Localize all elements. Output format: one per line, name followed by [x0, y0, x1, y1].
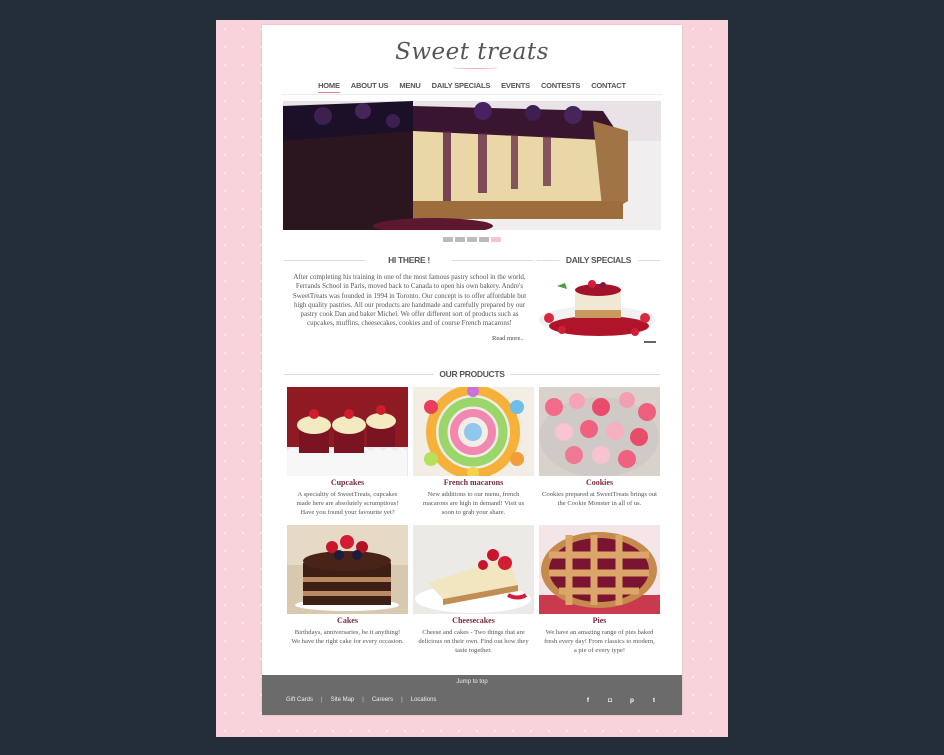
- product-name[interactable]: Cakes: [287, 616, 408, 625]
- slider-dot-3[interactable]: [467, 237, 477, 242]
- page-container: Sweet treats HOME ABOUT US MENU DAILY SP…: [262, 25, 682, 715]
- facebook-icon[interactable]: f: [584, 696, 592, 704]
- slider-dot-1[interactable]: [443, 237, 453, 242]
- product-card-macarons: French macarons New additions to our men…: [413, 387, 534, 517]
- daily-specials-heading-wrap: DAILY SPECIALS: [537, 255, 660, 265]
- slider-dot-2[interactable]: [455, 237, 465, 242]
- product-name[interactable]: Pies: [539, 616, 660, 625]
- products-heading: OUR PRODUCTS: [439, 369, 505, 379]
- nav-events[interactable]: EVENTS: [501, 81, 530, 93]
- hero-slider-image[interactable]: [283, 101, 661, 230]
- product-card-cheesecakes: Cheesecakes Cheese and cakes - Two thing…: [413, 525, 534, 655]
- cupcakes-image[interactable]: [287, 387, 408, 476]
- product-name[interactable]: Cupcakes: [287, 478, 408, 487]
- footer-separator: |: [401, 697, 403, 703]
- pinterest-icon[interactable]: p: [628, 696, 636, 704]
- cheesecakes-image[interactable]: [413, 525, 534, 614]
- footer-links: Gift Cards | Site Map | Careers | Locati…: [286, 697, 436, 703]
- footer-link-gift-cards[interactable]: Gift Cards: [286, 697, 313, 703]
- product-desc: Cheese and cakes - Two things that are d…: [418, 629, 529, 654]
- nav-daily-specials[interactable]: DAILY SPECIALS: [432, 81, 491, 93]
- nav-menu[interactable]: MENU: [399, 81, 420, 93]
- product-card-cookies: Cookies Cookies prepared at SweetTreats …: [539, 387, 660, 508]
- product-desc: Cookies prepared at SweetTreats brings o…: [542, 491, 657, 507]
- product-desc: Birthdays, anniversaries, be it anything…: [291, 629, 404, 645]
- footer-link-locations[interactable]: Locations: [411, 697, 437, 703]
- product-name[interactable]: Cookies: [539, 478, 660, 487]
- slider-dot-4[interactable]: [479, 237, 489, 242]
- intro-text: After completing his training in one of …: [292, 273, 527, 328]
- nav-contact[interactable]: CONTACT: [591, 81, 626, 93]
- product-name[interactable]: French macarons: [413, 478, 534, 487]
- cakes-image[interactable]: [287, 525, 408, 614]
- daily-specials-heading: DAILY SPECIALS: [565, 255, 632, 265]
- main-nav: HOME ABOUT US MENU DAILY SPECIALS EVENTS…: [262, 81, 682, 93]
- intro-heading-wrap: HI THERE !: [284, 255, 534, 265]
- product-desc: A speciality of SweetTreats, cupcakes ma…: [296, 491, 399, 516]
- specials-indicator: [644, 341, 656, 343]
- pies-image[interactable]: [539, 525, 660, 614]
- footer-link-site-map[interactable]: Site Map: [331, 697, 355, 703]
- read-more-link[interactable]: Read more..: [492, 335, 524, 342]
- product-card-pies: Pies We have an amazing range of pies ba…: [539, 525, 660, 655]
- jump-to-top-link[interactable]: Jump to top: [262, 679, 682, 685]
- site-footer: Jump to top Gift Cards | Site Map | Care…: [262, 675, 682, 715]
- instagram-icon[interactable]: ◘: [606, 696, 614, 704]
- slider-dot-5[interactable]: [491, 237, 501, 242]
- product-card-cupcakes: Cupcakes A speciality of SweetTreats, cu…: [287, 387, 408, 517]
- social-links: f ◘ p t: [584, 696, 658, 704]
- footer-link-careers[interactable]: Careers: [372, 697, 393, 703]
- product-desc: We have an amazing range of pies baked f…: [544, 629, 655, 654]
- nav-home[interactable]: HOME: [318, 81, 340, 93]
- intro-heading: HI THERE !: [388, 255, 430, 265]
- product-desc: New additions to our menu, french macaro…: [422, 491, 525, 516]
- cookies-image[interactable]: [539, 387, 660, 476]
- daily-special-image[interactable]: [537, 268, 658, 345]
- nav-about-us[interactable]: ABOUT US: [351, 81, 389, 93]
- slider-pagination: [443, 237, 501, 242]
- nav-divider: [282, 94, 662, 95]
- site-logo[interactable]: Sweet treats: [262, 39, 682, 65]
- products-heading-wrap: OUR PRODUCTS: [284, 369, 660, 379]
- footer-separator: |: [321, 697, 323, 703]
- footer-separator: |: [362, 697, 364, 703]
- logo-swash: [452, 66, 498, 69]
- twitter-icon[interactable]: t: [650, 696, 658, 704]
- macarons-image[interactable]: [413, 387, 534, 476]
- nav-contests[interactable]: CONTESTS: [541, 81, 580, 93]
- product-card-cakes: Cakes Birthdays, anniversaries, be it an…: [287, 525, 408, 646]
- product-name[interactable]: Cheesecakes: [413, 616, 534, 625]
